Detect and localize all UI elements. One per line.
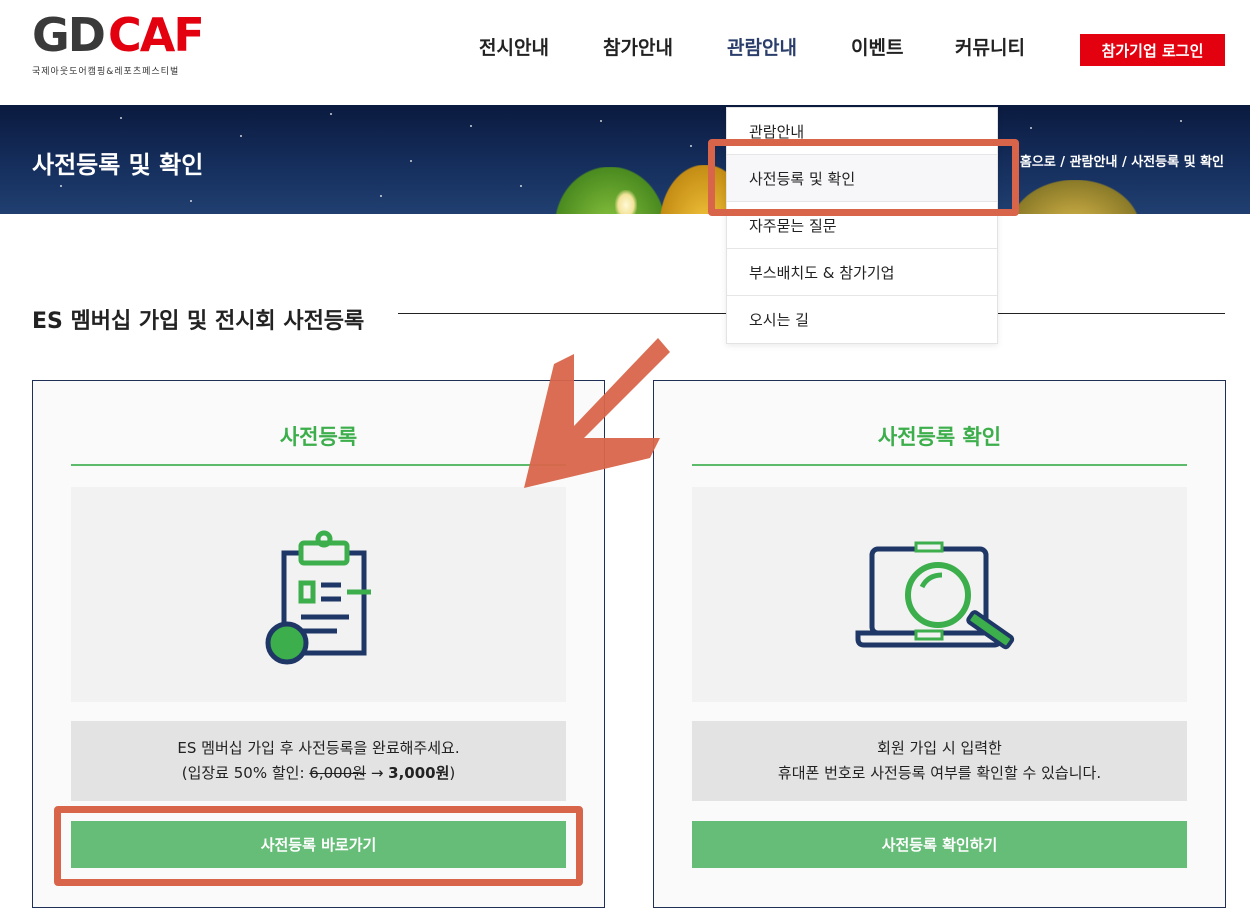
card-description: ES 멤버십 가입 후 사전등록을 완료해주세요. (입장료 50% 할인: 6…	[71, 721, 566, 801]
desc-line-2: (입장료 50% 할인: 6,000원 → 3,000원)	[181, 764, 456, 782]
dropdown-item-preregistration[interactable]: 사전등록 및 확인	[727, 155, 997, 202]
card-title-underline	[692, 464, 1187, 466]
section-title: ES 멤버십 가입 및 전시회 사전등록	[32, 309, 365, 334]
nav-exhibition[interactable]: 전시안내	[479, 33, 549, 60]
nav-participation[interactable]: 참가안내	[603, 33, 673, 60]
gdcaf-logo[interactable]: GDCAF 국제아웃도어캠핑&레포츠페스티벌	[32, 8, 205, 80]
logo-subtitle: 국제아웃도어캠핑&레포츠페스티벌	[32, 67, 180, 77]
new-price: 3,000원	[388, 764, 450, 782]
laptop-search-icon	[855, 541, 1014, 649]
go-preregistration-button[interactable]: 사전등록 바로가기	[71, 821, 566, 868]
card-title-underline	[71, 464, 566, 466]
dropdown-item-faq[interactable]: 자주묻는 질문	[727, 202, 997, 249]
check-registration-card: 사전등록 확인 회원 가입 시 입력한 휴대폰 번호로 사전등록 여부를 확인할…	[653, 380, 1226, 908]
old-price: 6,000원	[309, 764, 367, 782]
desc-line-1: 회원 가입 시 입력한	[877, 739, 1002, 757]
page-banner: 사전등록 및 확인 홈으로 / 관람안내 / 사전등록 및 확인	[0, 105, 1250, 214]
desc-line-1: ES 멤버십 가입 후 사전등록을 완료해주세요.	[177, 739, 460, 757]
lantern-light	[615, 190, 637, 214]
logo-wordmark: GDCAF	[32, 8, 205, 62]
site-header: GDCAF 국제아웃도어캠핑&레포츠페스티벌 전시안내 참가안내 관람안내 이벤…	[0, 0, 1250, 105]
clipboard-icon	[265, 530, 371, 664]
page-title: 사전등록 및 확인	[32, 151, 204, 179]
tent-green	[555, 167, 665, 214]
card-title: 사전등록	[279, 425, 358, 449]
dropdown-item-visitor-info[interactable]: 관람안내	[727, 108, 997, 155]
card-description: 회원 가입 시 입력한 휴대폰 번호로 사전등록 여부를 확인할 수 있습니다.	[692, 721, 1187, 801]
check-preregistration-button[interactable]: 사전등록 확인하기	[692, 821, 1187, 868]
exhibitor-login-button[interactable]: 참가기업 로그인	[1080, 34, 1225, 66]
card-icon-area	[71, 487, 566, 702]
card-title: 사전등록 확인	[877, 425, 1002, 449]
card-icon-area	[692, 487, 1187, 702]
preregistration-card: 사전등록 ES 멤버십 가입 후 사전등록을 완료해주세요. (입장료 50% …	[32, 380, 605, 908]
tent-olive	[1010, 180, 1140, 214]
nav-event[interactable]: 이벤트	[851, 33, 903, 60]
nav-community[interactable]: 커뮤니티	[955, 33, 1025, 60]
desc-line-2: 휴대폰 번호로 사전등록 여부를 확인할 수 있습니다.	[777, 764, 1102, 782]
dropdown-item-directions[interactable]: 오시는 길	[727, 296, 997, 343]
breadcrumb[interactable]: 홈으로 / 관람안내 / 사전등록 및 확인	[1020, 151, 1224, 170]
visitor-info-dropdown: 관람안내 사전등록 및 확인 자주묻는 질문 부스배치도 & 참가기업 오시는 …	[726, 107, 998, 344]
nav-visitor-info[interactable]: 관람안내	[727, 33, 797, 60]
dropdown-item-booth-map[interactable]: 부스배치도 & 참가기업	[727, 249, 997, 296]
